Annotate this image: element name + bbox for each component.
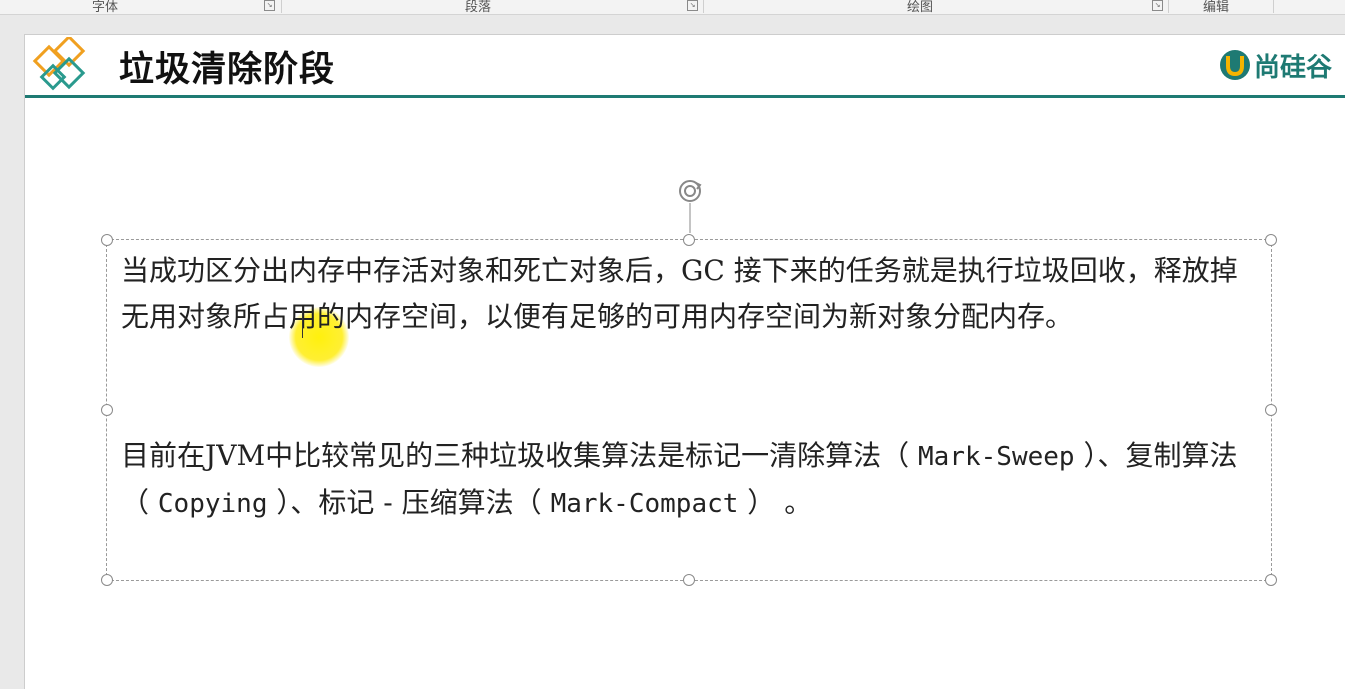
paragraph-dialog-launcher-icon[interactable]: ↘ [687,0,698,11]
para2-text-3: ）、标记 - 压缩算法（ [267,486,551,519]
resize-handle-bottom[interactable] [683,574,695,586]
drawing-dialog-launcher-icon[interactable]: ↘ [1152,0,1163,11]
term-copying: Copying [157,489,268,519]
font-dialog-launcher-icon[interactable]: ↘ [264,0,275,11]
text-cursor [302,308,303,338]
brand-logo: 尚硅谷 [1218,47,1332,83]
ribbon-separator [703,0,704,13]
resize-handle-top-right[interactable] [1265,234,1277,246]
resize-handle-bottom-right[interactable] [1265,574,1277,586]
resize-handle-top-left[interactable] [101,234,113,246]
ribbon-group-drawing: 绘图 [907,0,934,15]
logo-diamonds-icon [32,37,86,91]
content-textbox[interactable]: 当成功区分出内存中存活对象和死亡对象后，GC 接下来的任务就是执行垃圾回收，释放… [101,234,1277,586]
resize-handle-left[interactable] [101,404,113,416]
ribbon-group-font: 字体 [92,0,119,15]
paragraph-gc-task[interactable]: 当成功区分出内存中存活对象和死亡对象后，GC 接下来的任务就是执行垃圾回收，释放… [121,248,1261,340]
slide-canvas[interactable]: 垃圾清除阶段 尚硅谷 当成功区分出内存中存活对象和死亡对象后，GC 接下来的任务… [24,34,1345,689]
ribbon-group-editing: 编辑 [1203,0,1230,15]
para2-text-1: 目前在JVM中比较常见的三种垃圾收集算法是标记一清除算法（ [121,439,919,472]
brand-u-icon [1219,50,1250,80]
ribbon-separator [1273,0,1274,13]
term-mark-sweep: Mark-Sweep [918,442,1075,472]
ribbon-group-strip: 字体 ↘ 段落 ↘ 绘图 ↘ 编辑 [0,0,1345,15]
paragraph-gc-algorithms[interactable]: 目前在JVM中比较常见的三种垃圾收集算法是标记一清除算法（ Mark-Sweep… [121,433,1261,527]
brand-name: 尚硅谷 [1253,52,1332,83]
slide-title-bar: 垃圾清除阶段 尚硅谷 [25,35,1345,98]
resize-handle-right[interactable] [1265,404,1277,416]
rotate-icon[interactable] [670,175,710,235]
ribbon-group-paragraph: 段落 [465,0,492,15]
term-mark-compact: Mark-Compact [550,489,739,519]
resize-handle-top[interactable] [683,234,695,246]
ribbon-separator [1168,0,1169,13]
slide-title: 垃圾清除阶段 [119,50,336,90]
para2-text-4: ） 。 [738,486,813,519]
ribbon-separator [281,0,282,13]
resize-handle-bottom-left[interactable] [101,574,113,586]
